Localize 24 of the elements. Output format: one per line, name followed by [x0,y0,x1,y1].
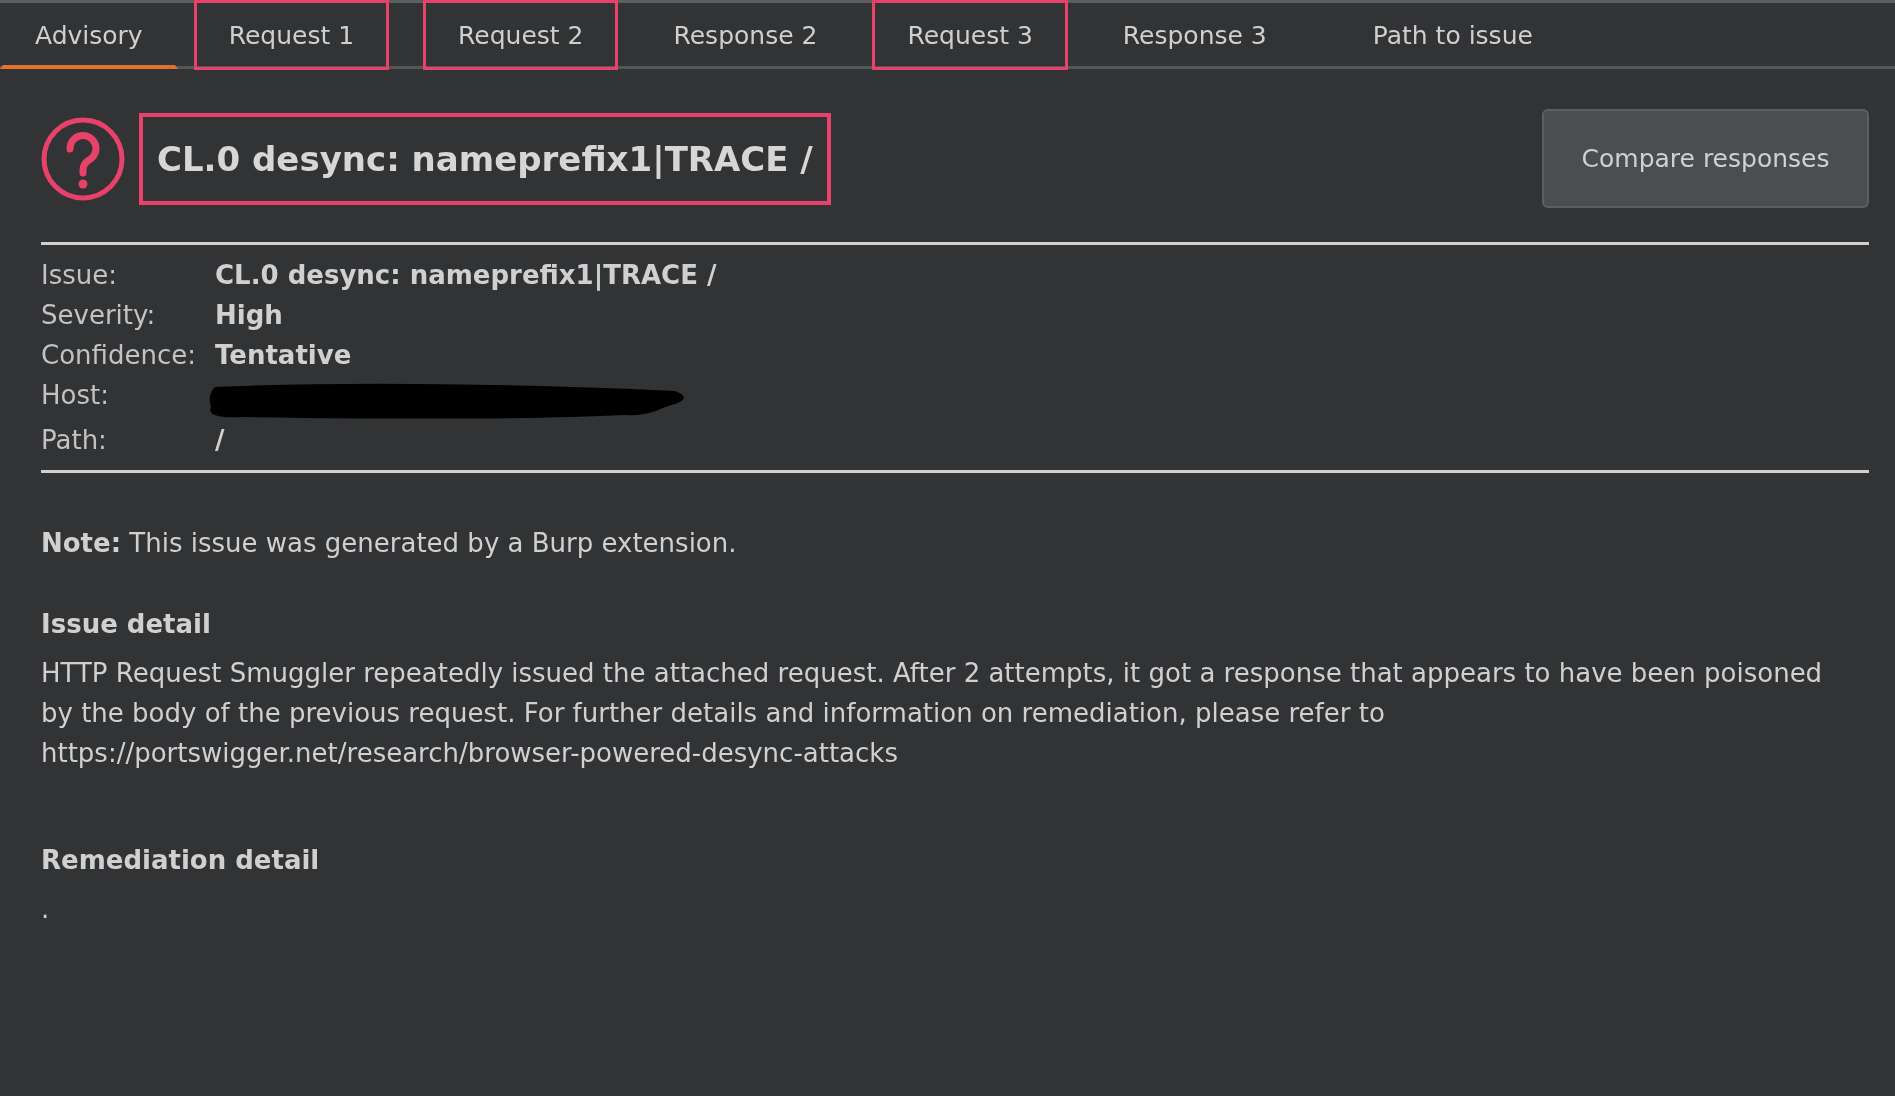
tab[interactable]: Request 2 [423,0,619,70]
detail-value: / [215,424,226,457]
note-text: Note: This issue was generated by a Burp extension. [41,527,738,560]
detail-value: CL.0 desync: nameprefix1|TRACE / [215,259,718,293]
tab[interactable]: Response 2 [638,0,853,70]
tab[interactable]: Path to issue [1337,0,1568,70]
question-icon [41,116,125,201]
detail-label: Path: [41,424,108,457]
section-heading: Remediation detail [41,845,321,875]
compare-responses-button[interactable]: Compare responses [1542,109,1869,208]
tab[interactable]: Response 3 [1087,0,1302,70]
section-heading: Issue detail [41,609,212,639]
detail-label: Confidence: [41,339,197,372]
issue-title: CL.0 desync: nameprefix1|TRACE / [139,112,831,205]
detail-label: Host: [41,379,110,412]
section-text: . [41,893,51,926]
tab[interactable]: Request 1 [193,0,390,70]
detail-value: High [215,299,284,332]
tab[interactable]: Advisory [0,3,178,69]
tab[interactable]: Request 3 [872,0,1068,70]
detail-label: Severity: [41,299,157,332]
detail-value: Tentative [215,339,353,372]
section-text: HTTP Request Smuggler repeatedly issued the attached request. After 2 attempts, it got a response that appears to have been poisoned by the body of the previous request. For further details and information on remediation, please refer to https://portswigger.net/research/browser-powered-desync-attacks [41,657,1824,770]
detail-label: Issue: [41,259,118,292]
